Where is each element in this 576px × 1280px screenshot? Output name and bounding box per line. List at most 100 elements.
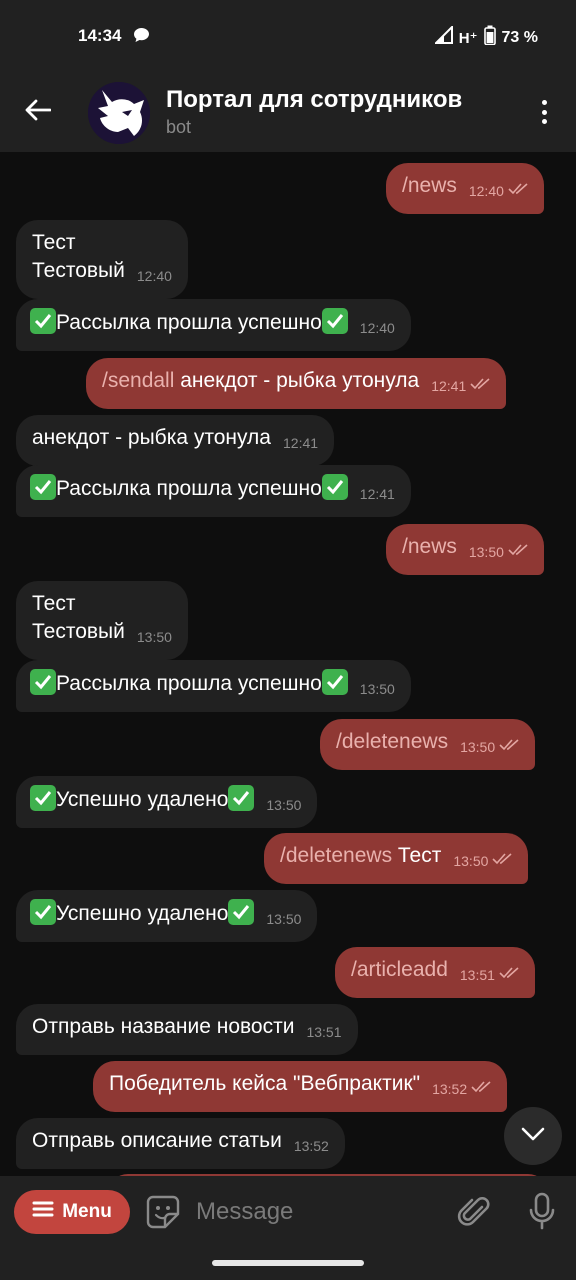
scroll-to-bottom-button[interactable] [504,1107,562,1165]
check-mark-emoji-icon [30,474,56,500]
message-incoming[interactable]: Тест Тестовый 12:40 [16,220,188,299]
check-mark-emoji-icon [30,785,56,811]
message-line: Тестовый [32,259,125,282]
message-text: Рассылка прошла успешно [56,477,322,500]
message-time: 13:52 [432,1081,468,1097]
read-ticks-icon [508,536,530,564]
message-time: 13:50 [468,544,504,560]
command-link[interactable]: /sendall [102,369,174,392]
read-ticks-icon [470,370,492,398]
message-line: Тест [32,592,76,615]
message-incoming[interactable]: анекдот - рыбка утонула 12:41 [16,415,335,466]
command-link[interactable]: /news [402,174,457,197]
message-time: 13:51 [459,967,495,983]
message-time: 13:50 [136,629,172,645]
status-time: 14:34 [78,26,122,45]
message-incoming[interactable]: Рассылка прошла успешно 12:41 [16,465,411,517]
chevron-down-icon [521,1127,545,1146]
message-time: 13:51 [306,1024,342,1040]
check-mark-emoji-icon [30,669,56,695]
message-incoming[interactable]: Отправь описание статьи 13:52 [16,1118,345,1169]
message-incoming[interactable]: Рассылка прошла успешно 12:40 [16,299,411,351]
message-time: 12:41 [431,378,467,394]
message-input-bar: Menu [0,1176,576,1246]
message-time: 12:40 [468,183,504,199]
signal-icon [433,24,453,49]
message-time: 12:41 [283,435,319,451]
read-ticks-icon [492,845,514,873]
read-ticks-icon [508,175,530,203]
message-text: Рассылка прошла успешно [56,672,322,695]
message-line: Тестовый [32,620,125,643]
message-time: 12:40 [136,268,172,284]
check-mark-emoji-icon [228,785,255,811]
command-link[interactable]: /deletenews [280,844,392,867]
message-text: Тест [392,844,442,867]
chat-subtitle: bot [166,117,192,137]
chat-header: Портал для сотрудников bot [0,72,576,152]
status-indicators: H⁺ 73 % [433,24,538,50]
chat-title[interactable]: Портал для сотрудников [166,86,462,114]
message-incoming[interactable]: Успешно удалено 13:50 [16,890,318,942]
system-navigation-bar [0,1246,576,1280]
back-button[interactable] [18,92,58,132]
read-ticks-icon [499,731,521,759]
command-link[interactable]: /articleadd [351,958,448,981]
sticker-icon[interactable] [145,1194,181,1235]
battery-icon [483,25,496,50]
message-text: Победитель кейса "Вебпрактик" [109,1072,421,1095]
message-incoming[interactable]: Отправь название новости 13:51 [16,1004,358,1055]
message-time: 12:40 [359,320,395,336]
message-list[interactable]: /news 12:40 Тест Тестовый 12:40 Рассылка п… [0,152,576,1176]
message-time: 13:50 [266,911,302,927]
battery-percent: 73 % [501,28,538,46]
more-vertical-icon[interactable] [534,94,554,130]
check-mark-emoji-icon [228,899,255,925]
message-outgoing[interactable]: Победитель кейса "Вебпрактик" 13:52 [93,1061,508,1112]
message-outgoing[interactable]: /deletenews 13:50 [320,719,536,770]
message-outgoing[interactable]: /articleadd 13:51 [335,947,535,998]
message-text: Успешно удалено [56,902,229,925]
check-mark-emoji-icon [30,899,56,925]
menu-button-label: Menu [62,1201,112,1222]
message-text: Рассылка прошла успешно [56,311,322,334]
message-line: Тест [32,231,76,254]
message-outgoing[interactable]: /sendall анекдот - рыбка утонула 12:41 [86,358,507,409]
status-bar: 14:34 H⁺ 73 % [0,0,576,72]
message-outgoing[interactable]: /news 12:40 [386,163,544,214]
message-time: 13:50 [359,681,395,697]
avatar[interactable] [88,82,150,144]
check-mark-emoji-icon [321,669,348,695]
message-text: Успешно удалено [56,788,229,811]
command-link[interactable]: /news [402,535,457,558]
read-ticks-icon [499,959,521,987]
microphone-icon[interactable] [528,1192,556,1235]
check-mark-emoji-icon [321,474,348,500]
message-incoming[interactable]: Тест Тестовый 13:50 [16,581,188,660]
message-incoming[interactable]: Рассылка прошла успешно 13:50 [16,660,411,712]
menu-icon [32,1200,54,1224]
message-time: 13:50 [460,739,496,755]
message-incoming[interactable]: Успешно удалено 13:50 [16,776,318,828]
message-time: 13:50 [266,797,302,813]
bot-menu-button[interactable]: Menu [14,1190,130,1234]
message-text: Отправь название новости [32,1015,295,1038]
paperclip-icon[interactable] [456,1194,492,1235]
network-type: H⁺ [458,29,478,47]
command-link[interactable]: /deletenews [336,730,448,753]
message-outgoing[interactable]: /news 13:50 [386,524,544,575]
message-time: 13:52 [293,1138,329,1154]
arrow-left-icon [25,99,52,126]
message-input[interactable] [196,1194,436,1230]
read-ticks-icon [471,1073,493,1101]
message-text: анекдот - рыбка утонула [32,426,271,449]
home-gesture-handle[interactable] [212,1260,364,1266]
message-time: 12:41 [359,486,395,502]
chat-notification-icon [133,27,150,48]
check-mark-emoji-icon [321,308,348,334]
message-text: анекдот - рыбка утонула [174,369,420,392]
message-outgoing[interactable]: /deletenews Тест 13:50 [264,833,529,884]
message-time: 13:50 [453,853,489,869]
check-mark-emoji-icon [30,308,56,334]
message-text: Отправь описание статьи [32,1129,282,1152]
